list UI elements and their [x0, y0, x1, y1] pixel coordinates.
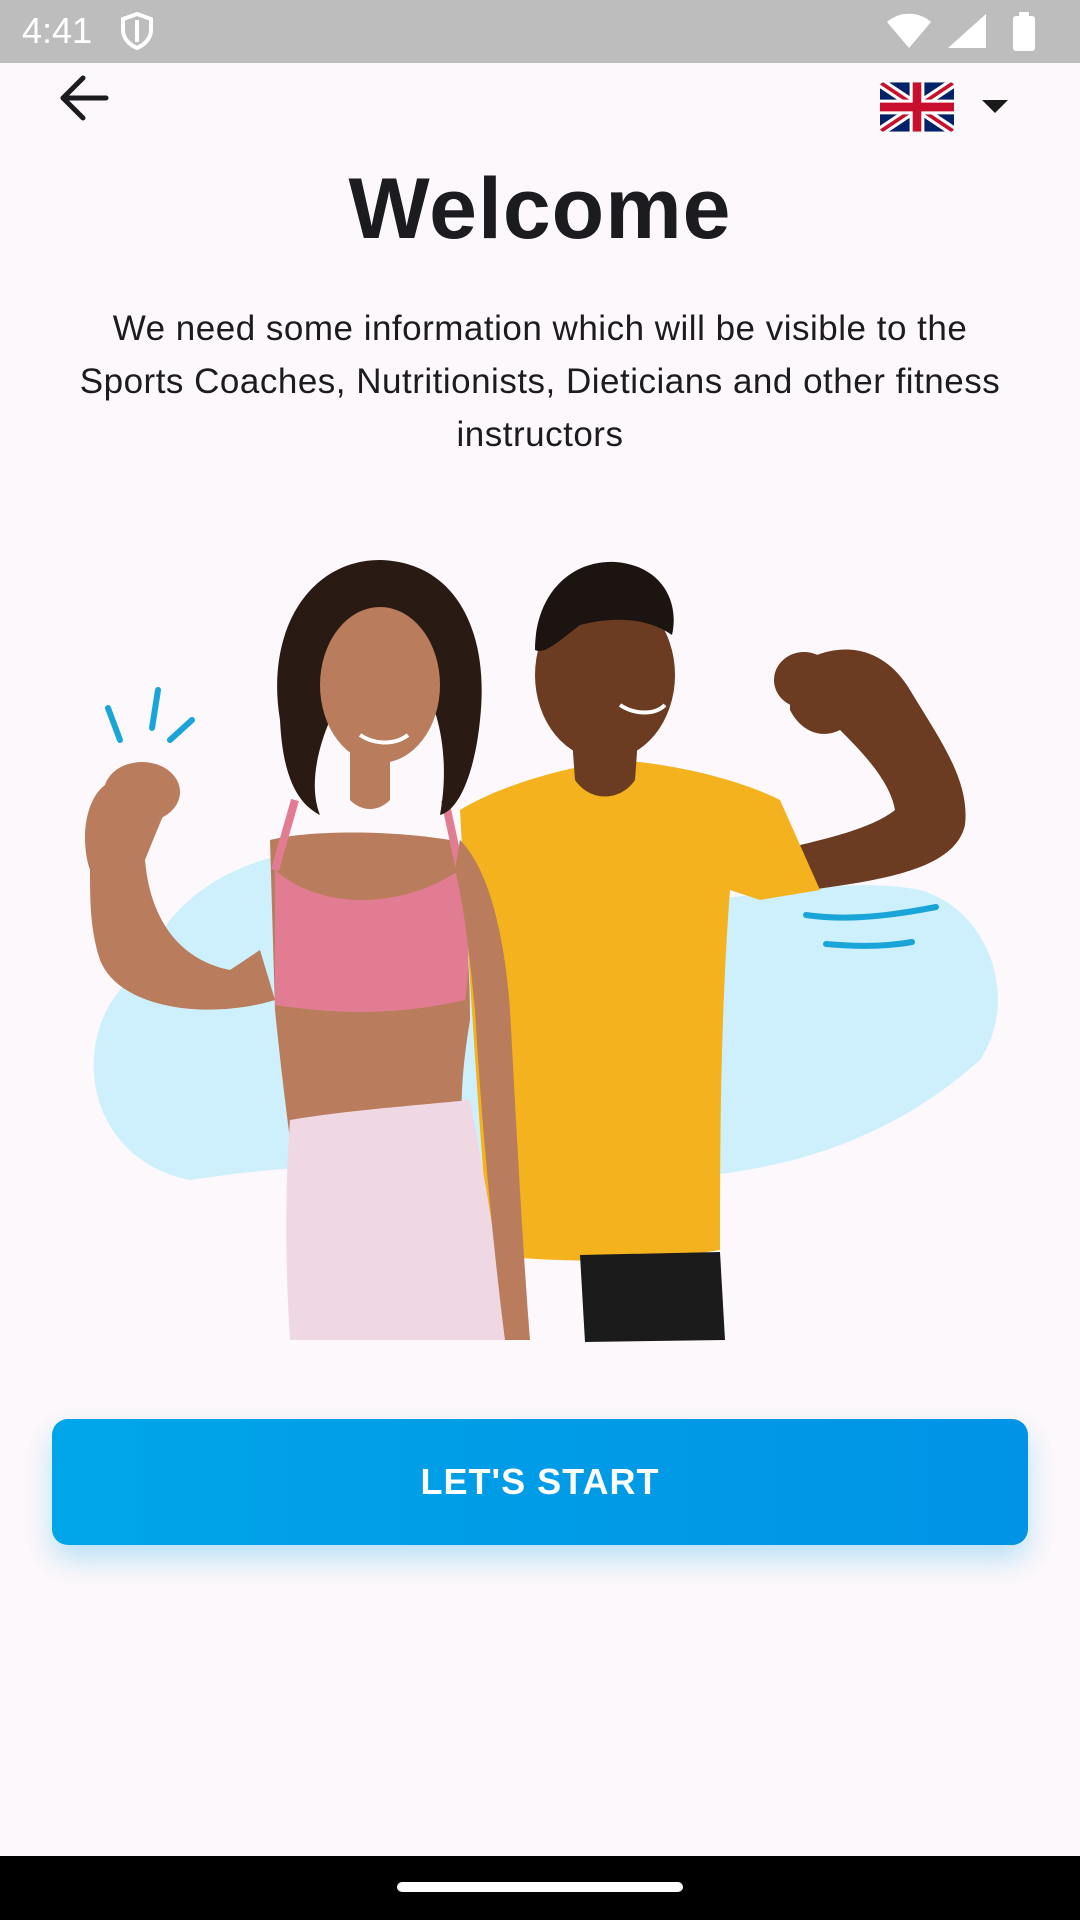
- navigation-bar: [0, 1856, 1080, 1920]
- status-bar: 4:41: [0, 0, 1080, 63]
- battery-icon: [1013, 12, 1035, 51]
- language-selector[interactable]: [874, 76, 1014, 138]
- welcome-screen: 4:41 Welcome We need some information wh…: [0, 0, 1080, 1920]
- lets-start-button[interactable]: LET'S START: [52, 1419, 1028, 1545]
- caret-down-icon: [982, 100, 1008, 113]
- page-title: Welcome: [348, 161, 732, 257]
- back-button[interactable]: [52, 66, 116, 130]
- welcome-description: We need some information which will be v…: [79, 309, 1001, 454]
- cellular-signal-icon: [948, 14, 986, 48]
- status-time: 4:41: [22, 10, 93, 51]
- home-indicator[interactable]: [397, 1882, 683, 1892]
- uk-flag-icon: [880, 82, 954, 132]
- shield-icon: [121, 12, 153, 50]
- wifi-icon: [887, 13, 931, 48]
- arrow-left-icon: [60, 75, 109, 121]
- fitness-couple-illustration: [85, 560, 998, 1342]
